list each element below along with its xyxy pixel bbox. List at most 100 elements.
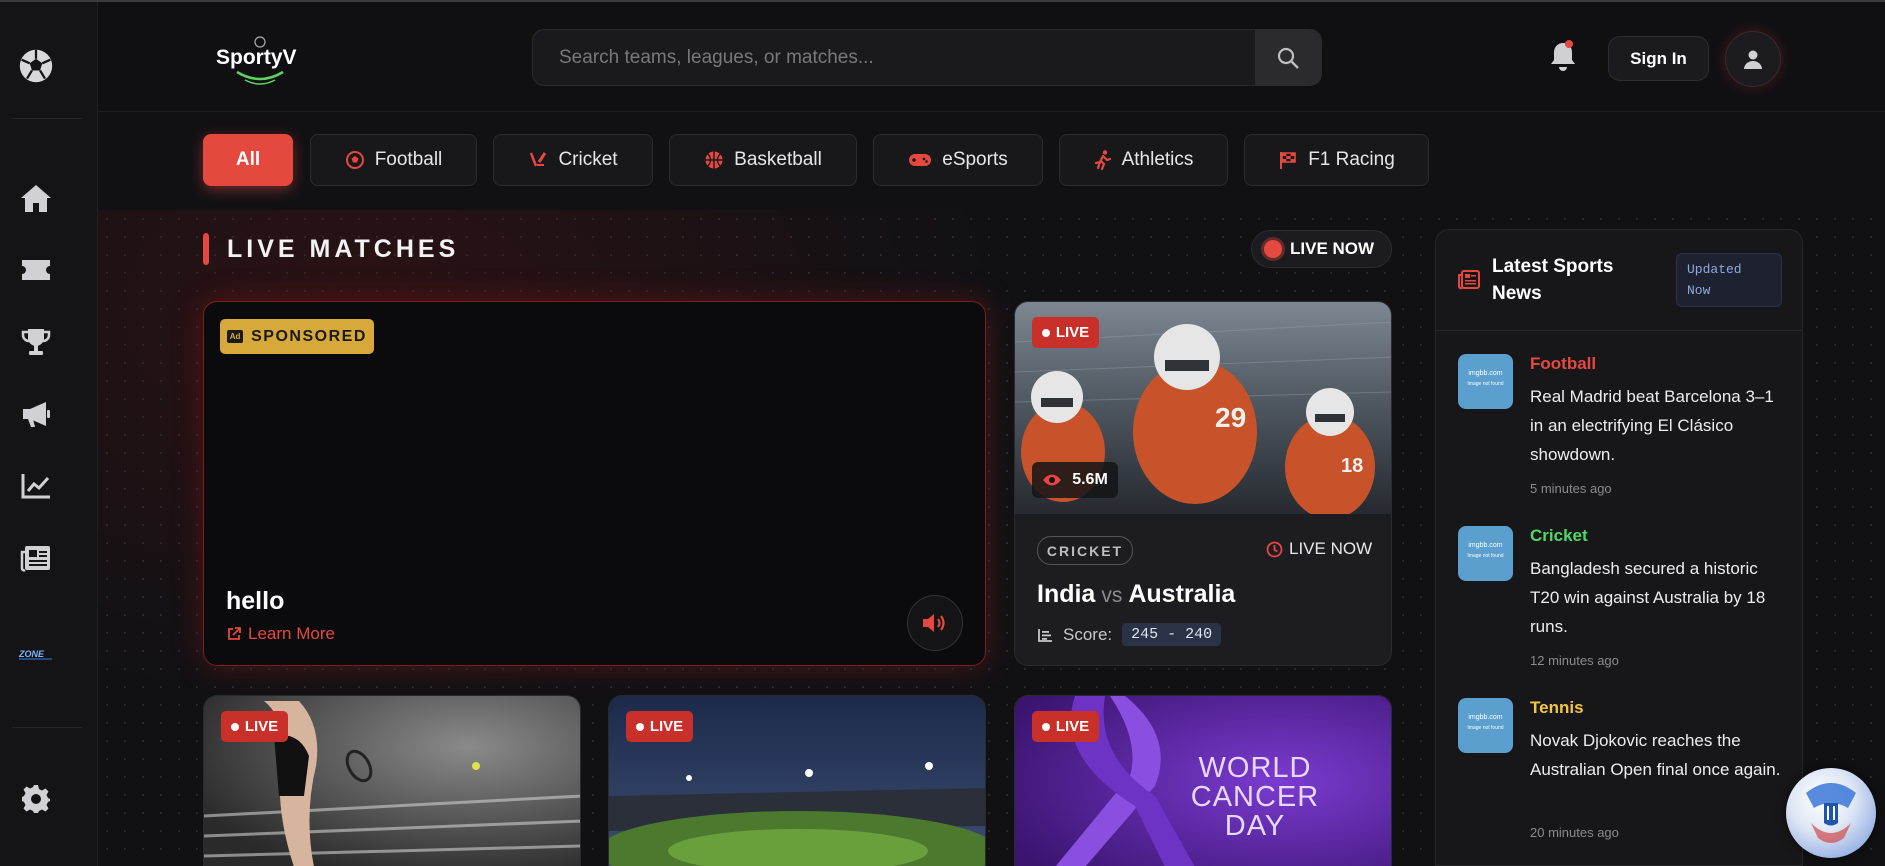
live-badge: LIVE — [1032, 317, 1099, 348]
top-header: SportyV Sign In — [98, 2, 1885, 112]
flag-checkered-icon — [1280, 152, 1296, 169]
sponsored-headline: hello — [226, 587, 285, 615]
search-input[interactable] — [533, 30, 1257, 85]
brand-logo[interactable]: SportyV — [215, 26, 305, 90]
live-matches-heading: LIVE MATCHES — [203, 232, 459, 266]
trophy-icon[interactable] — [18, 324, 54, 360]
heading-accent-bar — [203, 233, 209, 265]
live-dot-icon — [230, 722, 239, 731]
live-dot-icon — [1264, 240, 1282, 258]
logo-text: SportyV — [216, 46, 297, 69]
filter-f1-racing[interactable]: F1 Racing — [1244, 134, 1429, 186]
newspaper-icon[interactable] — [18, 540, 54, 576]
news-title: Latest Sports News — [1492, 256, 1614, 304]
news-headline[interactable]: Novak Djokovic reaches the Australian Op… — [1530, 726, 1788, 784]
news-category: Cricket — [1530, 526, 1588, 545]
match-thumbnail: 29 18 LIVE 5.6M — [1015, 302, 1391, 514]
ad-icon: Ad — [227, 330, 244, 343]
match-card-cancer-day[interactable]: WORLD CANCER DAY LIVE — [1014, 695, 1392, 866]
svg-text:ZONE: ZONE — [18, 649, 45, 659]
user-avatar-button[interactable] — [1725, 31, 1781, 87]
runner-icon — [1094, 150, 1111, 170]
soccer-ball-icon — [1806, 783, 1856, 843]
live-dot-icon — [635, 722, 644, 731]
latest-news-panel: Latest Sports News Updated Now imgbb.com… — [1435, 229, 1803, 866]
home-icon[interactable] — [18, 180, 54, 216]
match-teams: India vs Australia — [1037, 580, 1235, 609]
football-icon — [345, 151, 364, 169]
news-headline[interactable]: Bangladesh secured a historic T20 win ag… — [1530, 554, 1788, 641]
score-row: Score: 245 - 240 — [1037, 623, 1222, 646]
list-icon — [1038, 628, 1052, 642]
live-dot-icon — [1041, 722, 1050, 731]
zone-logo-icon[interactable]: ZONE — [18, 635, 54, 671]
news-category: Tennis — [1530, 698, 1584, 717]
news-thumbnail: imgbb.com Image not found — [1458, 354, 1513, 409]
filter-football[interactable]: Football — [310, 134, 477, 186]
news-thumbnail: imgbb.com Image not found — [1458, 526, 1513, 581]
user-icon — [1744, 50, 1762, 69]
volume-button[interactable] — [907, 595, 963, 651]
search-button[interactable] — [1255, 30, 1321, 85]
match-card[interactable]: 29 18 LIVE 5.6M CRICKET LIVE NOW India vs… — [1014, 301, 1392, 666]
gamepad-icon — [909, 154, 932, 166]
news-category: Football — [1530, 354, 1597, 373]
news-headline[interactable]: Real Madrid beat Barcelona 3–1 in an ele… — [1530, 382, 1788, 469]
match-status: LIVE NOW — [1266, 539, 1372, 559]
filter-athletics[interactable]: Athletics — [1059, 134, 1228, 186]
live-badge: LIVE — [1032, 711, 1099, 742]
cancer-day-text: WORLD CANCER DAY — [1190, 752, 1320, 842]
live-now-indicator[interactable]: LIVE NOW — [1251, 230, 1392, 268]
sidebar-divider — [12, 727, 82, 728]
soccer-ball-icon[interactable] — [18, 48, 54, 84]
sponsored-badge: Ad SPONSORED — [220, 319, 374, 354]
eye-icon — [1043, 474, 1062, 486]
bell-icon — [1551, 40, 1575, 71]
live-dot-icon — [1041, 328, 1050, 337]
filter-basketball[interactable]: Basketball — [669, 134, 857, 186]
svg-text:29: 29 — [1215, 402, 1246, 433]
team-home: India — [1037, 580, 1096, 608]
match-card-stadium[interactable]: LIVE — [608, 695, 986, 866]
floating-ball-widget[interactable] — [1786, 768, 1876, 858]
gear-icon[interactable] — [18, 781, 54, 817]
search-icon — [1277, 47, 1299, 69]
live-badge: LIVE — [626, 711, 693, 742]
vs-label: vs — [1101, 584, 1123, 607]
score-label: Score: — [1063, 624, 1113, 644]
newspaper-icon — [1458, 270, 1480, 290]
svg-text:18: 18 — [1341, 455, 1363, 477]
score-value: 245 - 240 — [1122, 623, 1222, 646]
sponsored-card[interactable]: Ad SPONSORED hello Learn More — [203, 301, 986, 666]
volume-icon — [923, 614, 945, 632]
cricket-icon — [530, 152, 547, 167]
clock-icon — [1266, 541, 1283, 557]
live-now-label: LIVE NOW — [1290, 239, 1375, 258]
live-matches-title: LIVE MATCHES — [227, 234, 460, 263]
updated-badge: Updated Now — [1676, 253, 1782, 307]
filter-all[interactable]: All — [203, 134, 293, 186]
sidebar: ZONE — [0, 2, 98, 866]
news-time: 20 minutes ago — [1530, 825, 1619, 840]
filter-esports[interactable]: eSports — [873, 134, 1043, 186]
notifications-button[interactable] — [1547, 38, 1579, 74]
learn-more-link[interactable]: Learn More — [226, 624, 335, 644]
filter-cricket[interactable]: Cricket — [493, 134, 653, 186]
search-bar — [532, 29, 1322, 86]
external-link-icon — [228, 627, 241, 640]
sponsored-label: SPONSORED — [251, 327, 367, 345]
chart-line-icon[interactable] — [18, 468, 54, 504]
news-thumbnail: imgbb.com Image not found — [1458, 698, 1513, 753]
news-header: Latest Sports News Updated Now — [1436, 230, 1802, 331]
megaphone-icon[interactable] — [18, 396, 54, 432]
basketball-icon — [705, 151, 723, 169]
sidebar-divider — [12, 118, 82, 119]
news-time: 5 minutes ago — [1530, 481, 1612, 496]
team-away: Australia — [1128, 580, 1236, 608]
match-card-tennis[interactable]: LIVE — [203, 695, 581, 866]
sign-in-button[interactable]: Sign In — [1608, 36, 1709, 81]
viewer-count: 5.6M — [1032, 462, 1118, 498]
ticket-icon[interactable] — [18, 252, 54, 288]
sport-tag: CRICKET — [1037, 536, 1133, 565]
live-badge: LIVE — [221, 711, 288, 742]
